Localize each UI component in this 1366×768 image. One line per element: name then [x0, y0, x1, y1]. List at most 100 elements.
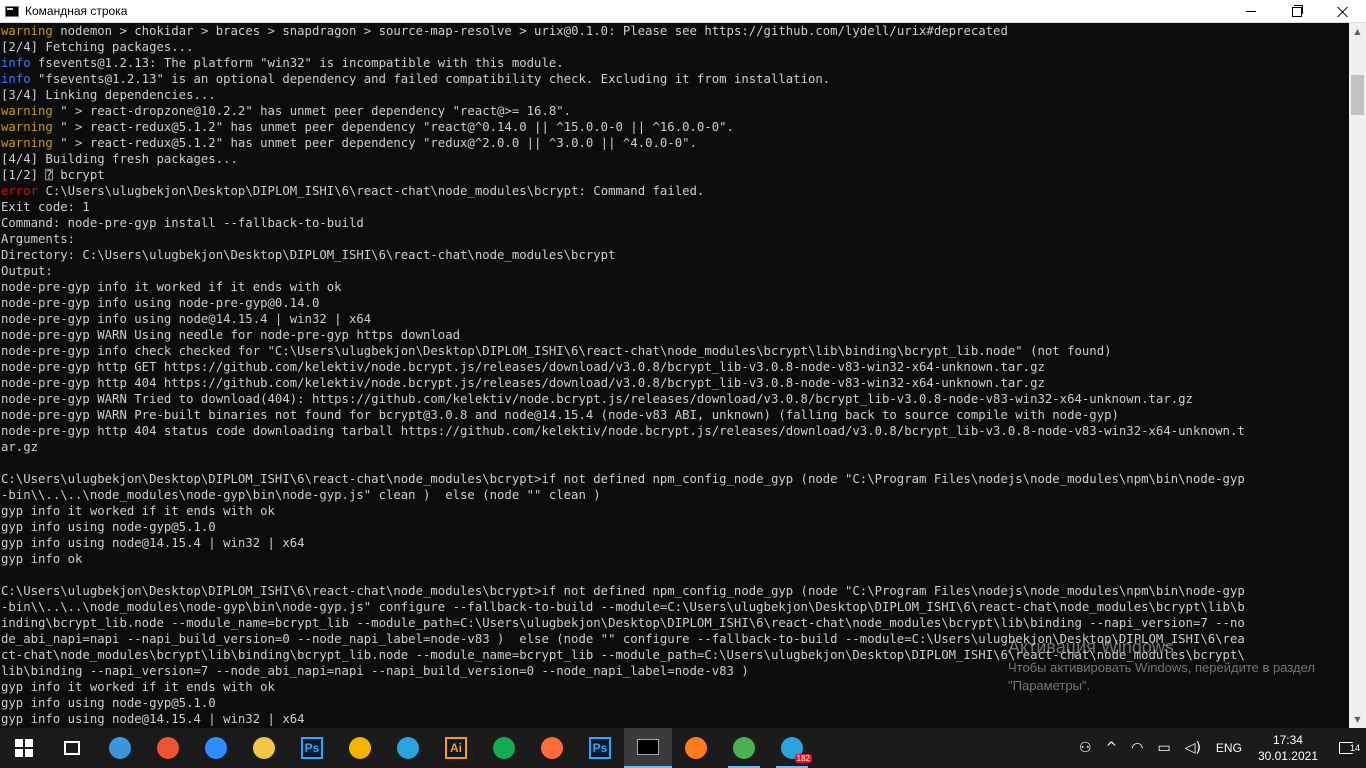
console-line-text: gyp info using node-gyp@5.1.0	[1, 696, 216, 710]
taskbar-file-explorer-button[interactable]	[240, 728, 288, 768]
console-line-text: node-pre-gyp WARN Tried to download(404)…	[1, 392, 1193, 406]
scroll-up-arrow-icon[interactable]: ▲	[1349, 23, 1366, 40]
photoshop-icon: Ps	[301, 737, 323, 759]
volume-icon[interactable]: ◁)	[1178, 740, 1208, 756]
console-line: node-pre-gyp WARN Tried to download(404)…	[0, 391, 1349, 407]
console-line: Arguments:	[0, 231, 1349, 247]
console-line: gyp info using node@14.15.4 | win32 | x6…	[0, 711, 1349, 727]
console-line: [3/4] Linking dependencies...	[0, 87, 1349, 103]
taskbar-photoshop-button[interactable]: Ps	[576, 728, 624, 768]
app-icon-label: Ai	[450, 741, 462, 755]
log-level-error: error	[1, 184, 39, 198]
console-line: node-pre-gyp WARN Pre-built binaries not…	[0, 407, 1349, 423]
taskbar-mongodb-compass-button[interactable]	[480, 728, 528, 768]
console-line-text: gyp info using node-gyp@5.1.0	[1, 520, 216, 534]
window-controls	[1228, 0, 1366, 23]
file-explorer-icon	[253, 737, 275, 759]
photoshop-icon: Ps	[589, 737, 611, 759]
activation-title: Активация Windows	[1008, 637, 1174, 657]
console-line-text: [3/4] Linking dependencies...	[1, 88, 216, 102]
console-line-text: [1/2] ⍰ bcrypt	[1, 168, 105, 182]
console-line-text: fsevents@1.2.13: The platform "win32" is…	[38, 56, 564, 70]
console-line: C:\Users\ulugbekjon\Desktop\DIPLOM_ISHI\…	[0, 583, 1349, 599]
command-prompt-icon	[637, 739, 659, 755]
taskbar-telegram-button[interactable]: 182	[768, 728, 816, 768]
console-line: gyp info it worked if it ends with ok	[0, 503, 1349, 519]
people-icon[interactable]: ⚇	[1072, 740, 1099, 756]
console-line-text: node-pre-gyp info it worked if it ends w…	[1, 280, 342, 294]
console-line-text: node-pre-gyp info using node-pre-gyp@0.1…	[1, 296, 320, 310]
console-line-text: gyp info using node@14.15.4 | win32 | x6…	[1, 536, 305, 550]
postman-icon	[541, 737, 563, 759]
console-line-text: node-pre-gyp info using node@14.15.4 | w…	[1, 312, 372, 326]
flame-app-icon	[685, 737, 707, 759]
taskbar-task-view-button[interactable]	[48, 728, 96, 768]
console-line-text: gyp info it worked if it ends with ok	[1, 680, 275, 694]
console-line: info "fsevents@1.2.13" is an optional de…	[0, 71, 1349, 87]
taskbar: Ps Ai Ps 182 ⚇ ^ ◠ ▭ ◁) ENG 17:34 30.01.202…	[0, 728, 1366, 768]
console-line-text: node-pre-gyp info check checked for "C:\…	[1, 344, 1112, 358]
console-line: node-pre-gyp WARN Using needle for node-…	[0, 327, 1349, 343]
console-line: warning " > react-redux@5.1.2" has unmet…	[0, 135, 1349, 151]
taskbar-command-prompt-button[interactable]	[624, 728, 672, 768]
console-line-text: node-pre-gyp WARN Pre-built binaries not…	[1, 408, 1119, 422]
log-level-info: info	[1, 56, 31, 70]
taskbar-git-button[interactable]	[144, 728, 192, 768]
console-line-text: node-pre-gyp http GET https://github.com…	[1, 360, 1045, 374]
console-line: -bin\\..\..\node_modules\node-gyp\bin\no…	[0, 487, 1349, 503]
console-line-text: " > react-redux@5.1.2" has unmet peer de…	[60, 120, 734, 134]
chevron-up-icon[interactable]: ^	[1099, 740, 1125, 756]
taskbar-start-button[interactable]	[0, 728, 48, 768]
wifi-icon[interactable]: ◠	[1124, 740, 1150, 756]
scroll-down-arrow-icon[interactable]: ▼	[1349, 711, 1366, 728]
battery-icon[interactable]: ▭	[1150, 740, 1177, 756]
console-output[interactable]: warning nodemon > chokidar > braces > sn…	[0, 23, 1349, 728]
language-indicator[interactable]: ENG	[1208, 741, 1250, 755]
console-line: info fsevents@1.2.13: The platform "win3…	[0, 55, 1349, 71]
console-line: Command: node-pre-gyp install --fallback…	[0, 215, 1349, 231]
taskbar-star-app-button[interactable]	[336, 728, 384, 768]
taskbar-apps: Ps Ai Ps 182	[0, 728, 816, 768]
taskbar-zoom-button[interactable]	[192, 728, 240, 768]
console-line: Output:	[0, 263, 1349, 279]
console-line-text: inding\bcrypt_lib.node --module_name=bcr…	[1, 616, 1245, 630]
console-line: node-pre-gyp info it worked if it ends w…	[0, 279, 1349, 295]
console-line: [2/4] Fetching packages...	[0, 39, 1349, 55]
scrollbar-thumb[interactable]	[1351, 75, 1364, 115]
zoom-icon	[205, 737, 227, 759]
restore-button[interactable]	[1274, 0, 1320, 23]
console-line: node-pre-gyp http 404 https://github.com…	[0, 375, 1349, 391]
taskbar-photoshop-button[interactable]: Ps	[288, 728, 336, 768]
taskbar-flame-app-button[interactable]	[672, 728, 720, 768]
chrome-icon	[733, 737, 755, 759]
taskbar-telegram-button[interactable]	[384, 728, 432, 768]
telegram-icon	[397, 737, 419, 759]
taskbar-chrome-button[interactable]	[720, 728, 768, 768]
mongodb-compass-icon	[493, 737, 515, 759]
taskbar-computer-button[interactable]	[96, 728, 144, 768]
restore-icon	[1292, 4, 1303, 17]
console-line-text: -bin\\..\..\node_modules\node-gyp\bin\no…	[1, 488, 601, 502]
clock[interactable]: 17:34 30.01.2021	[1250, 732, 1326, 764]
console-line: inding\bcrypt_lib.node --module_name=bcr…	[0, 615, 1349, 631]
taskbar-postman-button[interactable]	[528, 728, 576, 768]
close-button[interactable]	[1320, 0, 1366, 23]
illustrator-icon: Ai	[445, 737, 467, 759]
taskbar-illustrator-button[interactable]: Ai	[432, 728, 480, 768]
git-icon	[157, 737, 179, 759]
action-center-button[interactable]: 14	[1326, 728, 1366, 768]
console-line: node-pre-gyp info using node@14.15.4 | w…	[0, 311, 1349, 327]
console-line-text: Directory: C:\Users\ulugbekjon\Desktop\D…	[1, 248, 616, 262]
window-title-bar[interactable]: Командная строка	[0, 0, 1366, 23]
minimize-button[interactable]	[1228, 0, 1274, 23]
console-line-text: -bin\\..\..\node_modules\node-gyp\bin\no…	[1, 600, 1245, 614]
log-level-warning: warning	[1, 120, 53, 134]
system-tray: ⚇ ^ ◠ ▭ ◁) ENG 17:34 30.01.2021 14	[1072, 728, 1366, 768]
app-icon-label: Ps	[304, 741, 320, 755]
close-icon	[1337, 6, 1349, 18]
console-scrollbar[interactable]: ▲ ▼	[1349, 23, 1366, 728]
console-line-text: Output:	[1, 264, 53, 278]
app-icon-label: Ps	[592, 741, 608, 755]
